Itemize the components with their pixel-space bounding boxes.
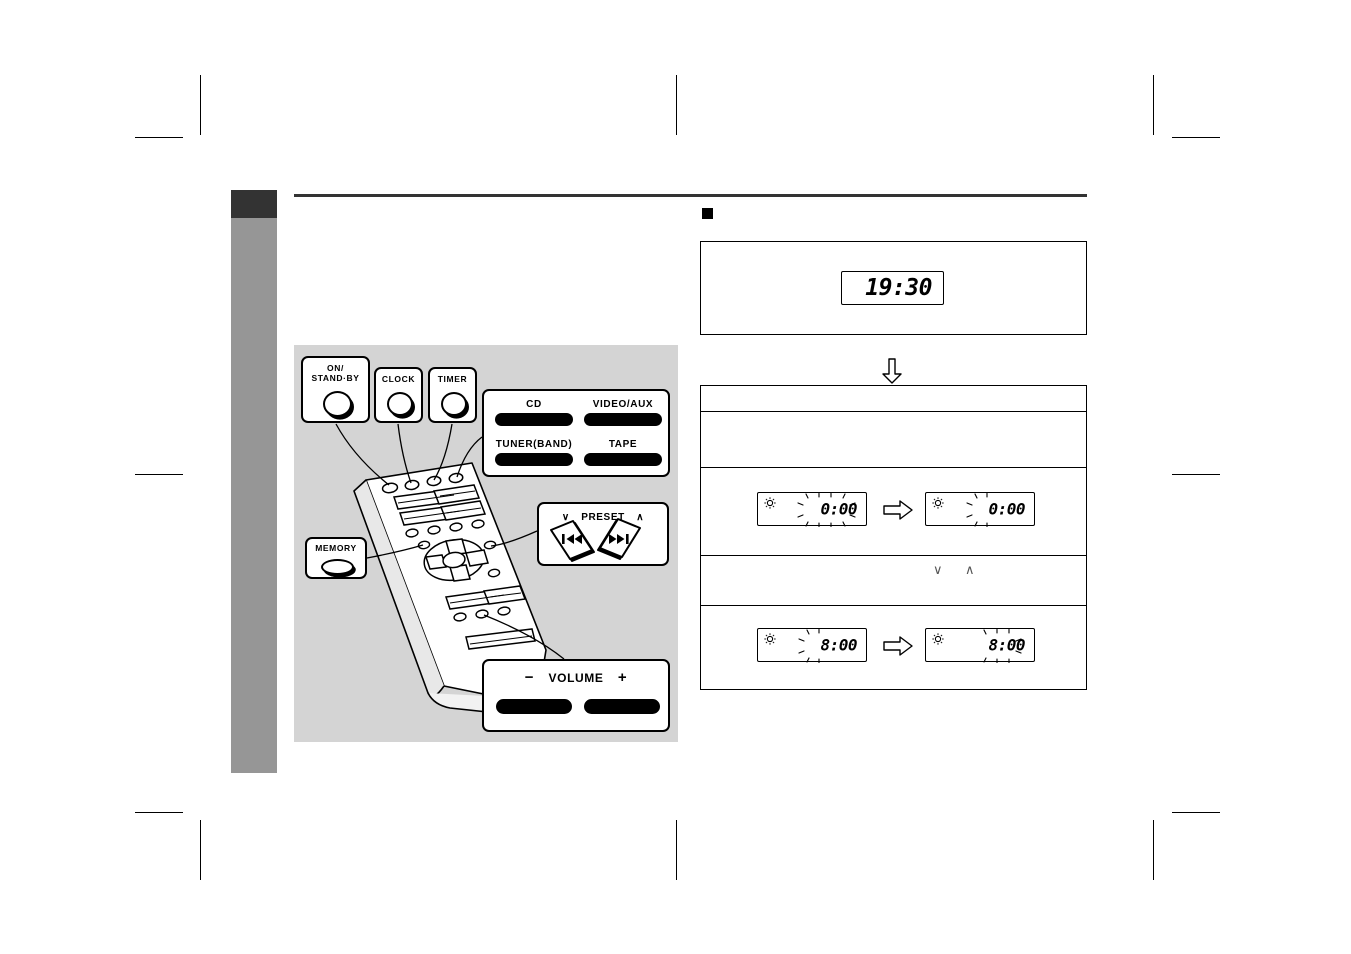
header-rule bbox=[294, 194, 1087, 197]
clock-display-panel: 19:30 bbox=[700, 241, 1087, 335]
step2-transition-arrow-icon bbox=[883, 500, 913, 520]
procedure-steps-table: 0:00 0:00 ∨ ∧ 8:00 8:00 bbox=[700, 385, 1087, 690]
crop-mark-mid-right-h bbox=[1172, 474, 1220, 476]
crop-mark-bottom-left-v bbox=[200, 820, 202, 880]
lcd-clock-display: 19:30 bbox=[841, 271, 944, 305]
lcd-step2-after-value: 0:00 bbox=[988, 499, 1025, 519]
crop-mark-mid-left-h bbox=[135, 474, 183, 476]
step-row-1 bbox=[701, 412, 1086, 468]
step-row-4: 8:00 8:00 bbox=[701, 606, 1086, 688]
preset-chevron-pair: ∨ ∧ bbox=[933, 561, 1013, 579]
callout-volume-label: VOLUME bbox=[548, 671, 604, 686]
step-row-0 bbox=[701, 386, 1086, 412]
crop-mark-bottom-left-h bbox=[135, 812, 183, 814]
timer-indicator-icon bbox=[764, 633, 776, 645]
callout-timer[interactable]: TIMER bbox=[428, 367, 477, 423]
callout-timer-label: TIMER bbox=[437, 374, 468, 384]
crop-mark-bottom-right-v bbox=[1153, 820, 1155, 880]
callout-preset[interactable]: ∨ PRESET ∧ bbox=[537, 502, 669, 566]
timer-indicator-icon bbox=[932, 633, 944, 645]
source-label-tape: TAPE bbox=[608, 439, 638, 450]
tuner-band-key[interactable] bbox=[495, 453, 573, 467]
crop-mark-top-left-v bbox=[200, 75, 202, 135]
step4-transition-arrow-icon bbox=[883, 636, 913, 656]
crop-mark-top-center-v bbox=[676, 75, 678, 135]
crop-mark-top-right-v bbox=[1153, 75, 1155, 135]
crop-mark-top-left-h bbox=[135, 137, 183, 139]
step3-chevron-down-icon: ∨ bbox=[933, 562, 943, 577]
lcd-step4-after: 8:00 bbox=[925, 628, 1035, 663]
crop-mark-bottom-right-h bbox=[1172, 812, 1220, 814]
chapter-tab-dark bbox=[231, 190, 277, 218]
callout-memory-label: MEMORY bbox=[315, 543, 357, 553]
manual-page: ON/ STAND·BY CLOCK TIMER CD VIDEO/AUX TU… bbox=[0, 0, 1351, 954]
volume-up-key[interactable] bbox=[584, 699, 660, 714]
callout-clock-label: CLOCK bbox=[381, 374, 416, 384]
video-aux-key[interactable] bbox=[584, 413, 662, 427]
timer-indicator-icon bbox=[932, 497, 944, 509]
step-row-2: 0:00 0:00 bbox=[701, 468, 1086, 556]
lcd-step2-after: 0:00 bbox=[925, 492, 1035, 527]
lcd-step4-before: 8:00 bbox=[757, 628, 867, 663]
callout-clock[interactable]: CLOCK bbox=[374, 367, 423, 423]
clock-key[interactable] bbox=[387, 392, 413, 416]
lcd-step4-after-value: 8:00 bbox=[988, 635, 1025, 655]
volume-plus-icon: + bbox=[617, 669, 628, 687]
source-label-tuner-band: TUNER(BAND) bbox=[495, 439, 573, 450]
timer-indicator-icon bbox=[764, 497, 776, 509]
source-label-video-aux: VIDEO/AUX bbox=[592, 399, 654, 410]
flow-arrow-down-icon bbox=[882, 358, 902, 384]
crop-mark-bottom-center-v bbox=[676, 820, 678, 880]
chapter-tab-gray bbox=[231, 218, 277, 773]
preset-keys[interactable] bbox=[539, 504, 671, 568]
volume-minus-icon: − bbox=[524, 669, 535, 687]
volume-down-key[interactable] bbox=[496, 699, 572, 714]
tape-key[interactable] bbox=[584, 453, 662, 467]
step3-chevron-up-icon: ∧ bbox=[964, 562, 975, 577]
memory-key[interactable] bbox=[321, 559, 354, 575]
cd-key[interactable] bbox=[495, 413, 573, 427]
source-label-cd: CD bbox=[526, 399, 542, 410]
timer-key[interactable] bbox=[441, 392, 467, 416]
section-bullet-icon bbox=[702, 208, 713, 219]
lcd-clock-value: 19:30 bbox=[865, 275, 932, 301]
crop-mark-top-right-h bbox=[1172, 137, 1220, 139]
callout-memory[interactable]: MEMORY bbox=[305, 537, 367, 579]
on-standby-key[interactable] bbox=[323, 391, 352, 417]
step-row-3: ∨ ∧ bbox=[701, 556, 1086, 606]
callout-volume[interactable]: − VOLUME + bbox=[482, 659, 670, 732]
lcd-step2-before-value: 0:00 bbox=[820, 499, 857, 519]
callout-on-standby-label-line2: STAND·BY bbox=[311, 372, 360, 383]
callout-on-standby[interactable]: ON/ STAND·BY bbox=[301, 356, 370, 423]
lcd-step4-before-value: 8:00 bbox=[820, 635, 857, 655]
callout-source-buttons[interactable]: CD VIDEO/AUX TUNER(BAND) TAPE bbox=[482, 389, 670, 477]
remote-control-illustration: ON/ STAND·BY CLOCK TIMER CD VIDEO/AUX TU… bbox=[294, 345, 678, 742]
lcd-step2-before: 0:00 bbox=[757, 492, 867, 527]
